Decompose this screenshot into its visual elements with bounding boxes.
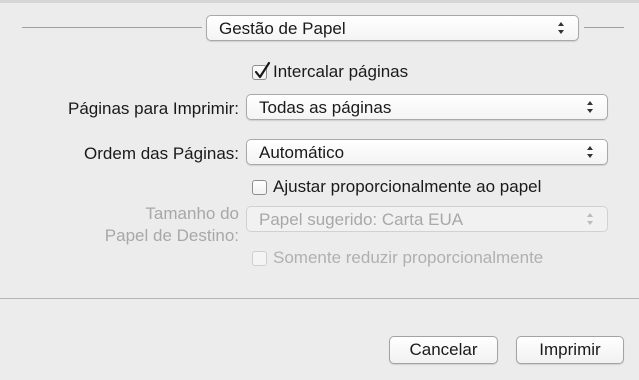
scale-down-only-checkbox-box[interactable] [252,250,267,266]
checkmark-icon [254,61,271,78]
collate-checkbox-box[interactable] [252,61,271,80]
popup-arrows-icon [581,208,601,230]
popup-arrows-icon [581,141,601,163]
destination-paper-size-label-line2: Papel de Destino: [104,226,239,245]
section-popup-label: Gestão de Papel [219,18,346,38]
scale-to-fit-checkbox[interactable]: Ajustar proporcionalmente ao papel [252,177,541,197]
footer-divider [0,298,639,299]
pages-to-print-label: Páginas para Imprimir: [67,99,239,118]
pages-to-print-value: Todas as páginas [259,97,392,117]
popup-arrows-icon [552,17,572,39]
print-button[interactable]: Imprimir [516,336,624,364]
page-order-label: Ordem das Páginas: [84,144,239,163]
collate-label: Intercalar páginas [273,62,409,81]
popup-arrows-icon [581,96,601,118]
page-order-value: Automático [259,142,345,162]
scale-to-fit-checkbox-box[interactable] [252,179,267,195]
page-order-popup[interactable]: Automático [246,139,608,165]
scale-down-only-label: Somente reduzir proporcionalmente [273,248,544,267]
pages-to-print-popup[interactable]: Todas as páginas [246,94,608,120]
destination-paper-size-value: Papel sugerido: Carta EUA [259,209,464,229]
scale-down-only-checkbox[interactable]: Somente reduzir proporcionalmente [252,248,543,268]
destination-paper-size-popup[interactable]: Papel sugerido: Carta EUA [246,206,608,232]
section-popup[interactable]: Gestão de Papel [206,15,579,41]
destination-paper-size-label: Tamanho do Papel de Destino: [105,203,239,247]
header-separator-right [584,27,624,28]
collate-checkbox[interactable]: Intercalar páginas [252,61,409,82]
window-top-edge [0,0,639,3]
header-separator-left [22,27,202,28]
cancel-button[interactable]: Cancelar [389,336,498,364]
scale-to-fit-label: Ajustar proporcionalmente ao papel [273,177,542,196]
destination-paper-size-label-line1: Tamanho do [145,204,239,223]
